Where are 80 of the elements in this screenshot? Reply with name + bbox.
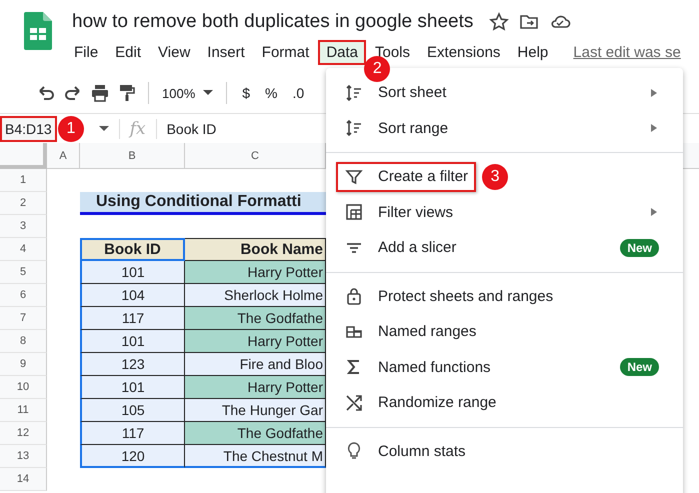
- menu-item[interactable]: Extensions: [419, 40, 508, 65]
- row-header[interactable]: 12: [0, 422, 47, 445]
- row-header[interactable]: 6: [0, 284, 47, 307]
- menu-option[interactable]: Create a filter: [336, 162, 476, 192]
- step-badge: 3: [482, 164, 508, 190]
- table-header: Book ID: [80, 238, 185, 261]
- table-cell: Harry Potter: [185, 330, 326, 353]
- table-cell: 101: [80, 261, 185, 284]
- lock-icon: [344, 286, 364, 306]
- row-header[interactable]: 3: [0, 215, 47, 238]
- row-header[interactable]: 8: [0, 330, 47, 353]
- currency-format-button[interactable]: $: [238, 85, 254, 101]
- name-box[interactable]: B4:D13: [0, 116, 57, 142]
- table-cell: 101: [80, 376, 185, 399]
- menu-item[interactable]: Edit: [107, 40, 150, 65]
- menu-option[interactable]: Column stats: [336, 436, 474, 466]
- sheets-logo[interactable]: [24, 12, 52, 50]
- menu-item[interactable]: Format: [254, 40, 318, 65]
- caret-icon: [203, 90, 214, 96]
- caret-icon[interactable]: [98, 126, 109, 132]
- function-icon: fx: [130, 118, 146, 138]
- table-cell: 117: [80, 307, 185, 330]
- decimal-format-button[interactable]: .0: [288, 85, 308, 101]
- row-header[interactable]: 1: [0, 169, 47, 192]
- sort-icon: [344, 118, 364, 138]
- last-edit-link[interactable]: Last edit was se: [573, 44, 681, 61]
- table-icon: [344, 202, 364, 222]
- new-badge: New: [620, 358, 659, 376]
- new-badge: New: [620, 238, 659, 257]
- row-header[interactable]: 9: [0, 353, 47, 376]
- table-cell: 123: [80, 353, 185, 376]
- table-cell: 120: [80, 445, 185, 468]
- menu-option[interactable]: Filter views: [336, 197, 462, 228]
- row-header[interactable]: 2: [0, 192, 47, 215]
- percent-format-button[interactable]: %: [261, 85, 282, 101]
- table-cell: Fire and Bloo: [185, 353, 326, 376]
- table-header: Book Name: [185, 238, 326, 261]
- table-cell: The Godfathe: [185, 307, 326, 330]
- menu-option[interactable]: Sort range: [336, 113, 456, 144]
- menu-option[interactable]: Randomize range: [336, 388, 504, 418]
- menu-option[interactable]: Add a slicer: [336, 232, 464, 263]
- row-header[interactable]: 10: [0, 376, 47, 399]
- step-badge: 1: [58, 116, 84, 142]
- column-header[interactable]: C: [185, 143, 326, 169]
- table-cell: The Chestnut M: [185, 445, 326, 468]
- menu-option[interactable]: Named ranges: [336, 316, 484, 347]
- table-cell: Harry Potter: [185, 261, 326, 284]
- menu-item[interactable]: Data: [318, 40, 366, 65]
- shuffle-icon: [344, 392, 364, 413]
- document-title[interactable]: how to remove both duplicates in google sheets: [72, 11, 474, 33]
- column-header[interactable]: B: [80, 143, 185, 169]
- row-header[interactable]: 7: [0, 307, 47, 330]
- paint-format-icon[interactable]: [117, 83, 137, 103]
- column-header[interactable]: A: [47, 143, 80, 169]
- menu-option[interactable]: Protect sheets and ranges: [336, 281, 562, 312]
- menu-option[interactable]: Named functions: [336, 352, 499, 382]
- star-icon[interactable]: [489, 12, 510, 32]
- sort-icon: [344, 82, 364, 103]
- table-cell: Sherlock Holme: [185, 284, 326, 307]
- zoom-dropdown[interactable]: 100%: [160, 86, 216, 100]
- menu-item[interactable]: Insert: [199, 40, 253, 65]
- table-cell: 101: [80, 330, 185, 353]
- menu-item[interactable]: File: [66, 40, 106, 65]
- table-cell: 105: [80, 399, 185, 422]
- sheet-title: Using Conditional Formatti: [80, 192, 326, 215]
- folder-icon[interactable]: [519, 12, 540, 32]
- table-cell: Harry Potter: [185, 376, 326, 399]
- row-header[interactable]: 13: [0, 445, 47, 468]
- menu-item[interactable]: View: [150, 40, 198, 65]
- row-header[interactable]: 14: [0, 468, 47, 491]
- table-cell: 117: [80, 422, 185, 445]
- formula-input[interactable]: Book ID: [166, 120, 216, 136]
- row-header[interactable]: 4: [0, 238, 47, 261]
- row-header[interactable]: 11: [0, 399, 47, 422]
- print-icon[interactable]: [90, 83, 110, 103]
- table-cell: The Hunger Gar: [185, 399, 326, 422]
- table-cell: The Godfathe: [185, 422, 326, 445]
- menu-item[interactable]: Help: [509, 40, 556, 65]
- table-cell: 104: [80, 284, 185, 307]
- row-header[interactable]: 5: [0, 261, 47, 284]
